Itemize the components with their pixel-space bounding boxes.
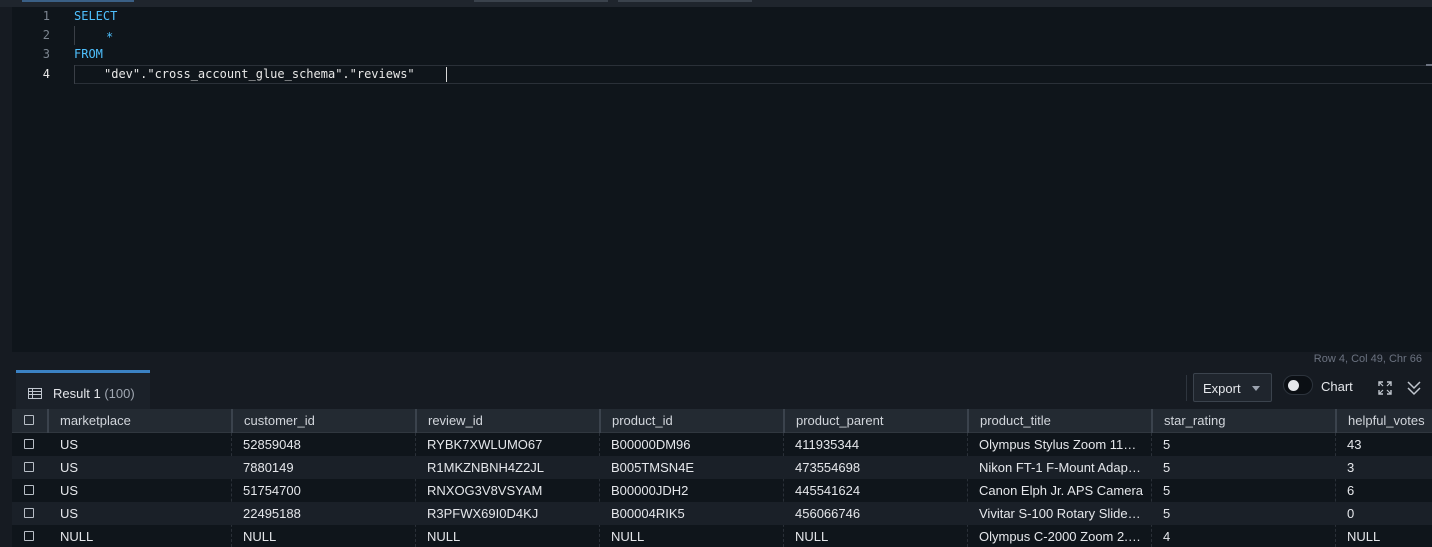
cell-product-id: B00004RIK5 xyxy=(611,506,685,521)
table-row[interactable]: US 51754700 RNXOG3V8VSYAM B00000JDH2 445… xyxy=(12,479,1432,502)
column-header-product-parent[interactable]: product_parent xyxy=(783,409,967,433)
cell-customer-id: 52859048 xyxy=(243,437,301,452)
editor-tab-edge xyxy=(618,0,752,2)
result-row-count: (100) xyxy=(104,386,135,401)
column-header-marketplace[interactable]: marketplace xyxy=(47,409,231,433)
toolbar-divider xyxy=(1186,375,1187,401)
result-tab-label: Result 1 (100) xyxy=(53,386,135,401)
row-checkbox[interactable] xyxy=(24,439,34,449)
cell-star-rating: 5 xyxy=(1163,506,1171,521)
cell-product-id: B00000JDH2 xyxy=(611,483,689,498)
cursor-position-status: Row 4, Col 49, Chr 66 xyxy=(1313,353,1422,365)
line-number: 2 xyxy=(42,28,50,42)
cell-product-title: Olympus C-2000 Zoom 2.… xyxy=(979,529,1141,544)
editor-tab-strip xyxy=(0,0,1432,7)
cell-helpful-votes: 0 xyxy=(1347,506,1355,521)
cell-product-parent: 411935344 xyxy=(795,437,860,452)
export-button-label: Export xyxy=(1203,381,1241,396)
row-checkbox[interactable] xyxy=(24,462,34,472)
cell-star-rating: 4 xyxy=(1163,529,1171,544)
column-header-star-rating[interactable]: star_rating xyxy=(1151,409,1335,433)
cell-helpful-votes: NULL xyxy=(1347,529,1381,544)
line-number: 3 xyxy=(42,47,50,61)
table-row[interactable]: US 7880149 R1MKZNBNH4Z2JL B005TMSN4E 473… xyxy=(12,456,1432,479)
cell-marketplace: US xyxy=(60,483,79,498)
tab-result-1[interactable]: Result 1 (100) xyxy=(16,370,150,409)
cell-star-rating: 5 xyxy=(1163,483,1171,498)
table-row[interactable]: NULL NULL NULL NULL NULL Olympus C-2000 … xyxy=(12,525,1432,547)
toggle-knob xyxy=(1288,380,1299,391)
cell-review-id: RYBK7XWLUMO67 xyxy=(427,437,543,452)
column-header-customer-id[interactable]: customer_id xyxy=(231,409,415,433)
cell-product-id: NULL xyxy=(611,529,645,544)
export-button[interactable]: Export xyxy=(1193,373,1272,402)
table-header: marketplace customer_id review_id produc… xyxy=(12,409,1432,433)
chevrons-down-icon[interactable] xyxy=(1406,380,1422,396)
row-checkbox[interactable] xyxy=(24,531,34,541)
cell-review-id: NULL xyxy=(427,529,461,544)
cell-customer-id: 22495188 xyxy=(243,506,301,521)
cell-product-parent: 473554698 xyxy=(795,460,861,475)
table-row[interactable]: US 22495188 R3PFWX69I0D4KJ B00004RIK5 45… xyxy=(12,502,1432,525)
cell-marketplace: NULL xyxy=(60,529,94,544)
cell-product-title: Olympus Stylus Zoom 11… xyxy=(979,437,1137,452)
column-header-product-title[interactable]: product_title xyxy=(967,409,1151,433)
chart-toggle[interactable] xyxy=(1283,375,1313,395)
cell-review-id: RNXOG3V8VSYAM xyxy=(427,483,543,498)
line-number: 1 xyxy=(42,9,50,23)
cell-customer-id: NULL xyxy=(243,529,277,544)
cell-product-parent: 456066746 xyxy=(795,506,861,521)
column-header-review-id[interactable]: review_id xyxy=(415,409,599,433)
table-icon xyxy=(28,388,42,399)
cell-customer-id: 7880149 xyxy=(243,460,294,475)
expand-icon[interactable] xyxy=(1378,381,1392,395)
editor-tab-edge xyxy=(474,0,608,2)
column-header-helpful-votes[interactable]: helpful_votes xyxy=(1335,409,1432,433)
cell-helpful-votes: 3 xyxy=(1347,460,1355,475)
cell-helpful-votes: 43 xyxy=(1347,437,1362,452)
indent-guide xyxy=(74,65,75,84)
code-line-table-ref: "dev"."cross_account_glue_schema"."revie… xyxy=(104,67,415,81)
cell-review-id: R3PFWX69I0D4KJ xyxy=(427,506,539,521)
editor-tab-active-edge xyxy=(22,0,134,2)
code-line-star: * xyxy=(106,30,114,44)
cell-product-id: B005TMSN4E xyxy=(611,460,695,475)
caret-down-icon xyxy=(1252,386,1260,391)
results-table: marketplace customer_id review_id produc… xyxy=(12,409,1432,547)
cell-product-id: B00000DM96 xyxy=(611,437,691,452)
cell-star-rating: 5 xyxy=(1163,437,1171,452)
column-header-product-id[interactable]: product_id xyxy=(599,409,783,433)
row-checkbox[interactable] xyxy=(24,508,34,518)
select-all-checkbox[interactable] xyxy=(24,415,34,425)
cell-marketplace: US xyxy=(60,437,79,452)
result-tab-title: Result 1 xyxy=(53,386,101,401)
cell-star-rating: 5 xyxy=(1163,460,1171,475)
code-line-from: FROM xyxy=(74,47,103,61)
table-row[interactable]: US 52859048 RYBK7XWLUMO67 B00000DM96 411… xyxy=(12,433,1432,456)
cell-customer-id: 51754700 xyxy=(243,483,301,498)
text-cursor xyxy=(446,67,447,82)
line-number-active: 4 xyxy=(42,67,50,81)
sql-editor[interactable]: 1 2 3 4 SELECT * FROM "dev"."cross_accou… xyxy=(12,7,1432,352)
cell-review-id: R1MKZNBNH4Z2JL xyxy=(427,460,545,475)
code-line-select: SELECT xyxy=(74,9,118,23)
cell-product-title: Vivitar S-100 Rotary Slide… xyxy=(979,506,1141,521)
results-toolbar: Result 1 (100) Export Chart xyxy=(12,367,1432,409)
cell-helpful-votes: 6 xyxy=(1347,483,1355,498)
cell-product-title: Nikon FT-1 F-Mount Adap… xyxy=(979,460,1141,475)
cell-product-parent: NULL xyxy=(795,529,829,544)
indent-guide xyxy=(74,26,75,45)
cell-product-parent: 445541624 xyxy=(795,483,861,498)
scroll-position-marker xyxy=(1426,64,1432,66)
row-checkbox[interactable] xyxy=(24,485,34,495)
chart-toggle-label: Chart xyxy=(1321,379,1353,394)
cell-marketplace: US xyxy=(60,506,79,521)
cell-product-title: Canon Elph Jr. APS Camera xyxy=(979,483,1144,498)
cell-marketplace: US xyxy=(60,460,79,475)
